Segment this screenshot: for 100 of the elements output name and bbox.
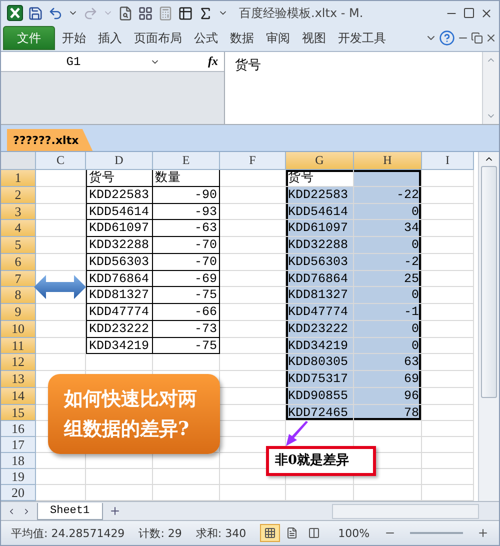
horizontal-scrollbar[interactable]: [332, 504, 479, 518]
ribbon-tab[interactable]: 页面布局: [129, 27, 187, 49]
help-icon[interactable]: [439, 30, 455, 46]
function-button[interactable]: fx: [208, 54, 218, 69]
row-header[interactable]: 1: [1, 170, 36, 187]
column-header[interactable]: F: [220, 152, 286, 170]
column-header[interactable]: H: [354, 152, 422, 170]
row-header[interactable]: 6: [1, 254, 36, 270]
table-cell: 0: [354, 287, 422, 304]
table-cell: [36, 485, 86, 502]
undo-icon[interactable]: [48, 6, 63, 20]
ribbon-tab[interactable]: 审阅: [261, 27, 295, 49]
view-icon[interactable]: [308, 527, 320, 539]
scroll-thumb[interactable]: [481, 166, 497, 398]
row-header[interactable]: 20: [1, 485, 36, 502]
column-header[interactable]: I: [422, 152, 474, 170]
zoom-level[interactable]: 100%: [338, 526, 370, 540]
row-header[interactable]: 10: [1, 320, 36, 338]
ribbon-tab[interactable]: 视图: [297, 27, 331, 49]
table-cell: KDD47774: [286, 304, 354, 321]
table-cell: KDD54614: [86, 204, 153, 220]
row-header[interactable]: 2: [1, 186, 36, 204]
status-average: 平均值: 24.28571429: [11, 526, 125, 540]
row-header[interactable]: 18: [1, 453, 36, 470]
table-cell: [36, 254, 86, 270]
row-header[interactable]: 15: [1, 404, 36, 422]
row-header[interactable]: 14: [1, 388, 36, 404]
view-icon[interactable]: [264, 527, 276, 539]
row-header[interactable]: 9: [1, 304, 36, 321]
table-cell: 25: [354, 270, 422, 288]
column-header[interactable]: E: [153, 152, 220, 170]
row-header[interactable]: 17: [1, 437, 36, 454]
row-header[interactable]: 5: [1, 237, 36, 254]
restore-icon[interactable]: [471, 32, 483, 44]
table-cell: [422, 453, 474, 470]
view-icon[interactable]: [286, 527, 298, 539]
print-preview-icon[interactable]: [118, 6, 133, 20]
table-cell: KDD32288: [286, 237, 354, 254]
table-icon[interactable]: [178, 6, 193, 20]
row-header[interactable]: 8: [1, 287, 36, 304]
table-cell: [36, 354, 86, 371]
table-cell: KDD54614: [286, 204, 354, 220]
table-cell: [422, 237, 474, 254]
sheet-nav-icon[interactable]: [7, 506, 31, 516]
table-cell: [220, 186, 286, 204]
table-cell: [36, 204, 86, 220]
formula-field[interactable]: 货号: [225, 52, 482, 124]
table-cell: 96: [354, 388, 422, 404]
view-button[interactable]: [260, 524, 280, 542]
pointer-arrow-icon: [286, 421, 310, 447]
row-header[interactable]: 3: [1, 204, 36, 220]
workbook-tab[interactable]: ??????.xltx: [7, 129, 93, 151]
table-cell: KDD80305: [286, 354, 354, 371]
close-icon[interactable]: [480, 6, 493, 20]
row-header[interactable]: 19: [1, 469, 36, 486]
layout-icon[interactable]: [138, 6, 153, 20]
window-title: 百度经验模板.xltx - M.: [239, 4, 364, 22]
row-header[interactable]: 16: [1, 421, 36, 438]
table-cell: -70: [153, 254, 220, 270]
table-cell: [422, 404, 474, 422]
column-header[interactable]: G: [286, 152, 354, 170]
row-header[interactable]: 11: [1, 338, 36, 354]
table-cell: [153, 485, 220, 502]
new-sheet-icon[interactable]: [108, 505, 121, 517]
table-cell: -69: [153, 270, 220, 288]
table-cell: [86, 485, 153, 502]
table-cell: [36, 338, 86, 354]
file-tab[interactable]: 文件: [3, 26, 55, 50]
table-cell: KDD61097: [86, 220, 153, 237]
row-header[interactable]: 12: [1, 354, 36, 371]
sheet-tab[interactable]: Sheet1: [37, 502, 103, 520]
maximize-icon[interactable]: [463, 7, 475, 19]
table-cell: KDD22583: [86, 186, 153, 204]
table-cell: [422, 388, 474, 404]
table-cell: [422, 354, 474, 371]
ribbon-tab[interactable]: 开发工具: [333, 27, 391, 49]
row-header[interactable]: 4: [1, 220, 36, 237]
ribbon-tab[interactable]: 插入: [93, 27, 127, 49]
ribbon-tab[interactable]: 数据: [225, 27, 259, 49]
ribbon-tab[interactable]: 开始: [57, 27, 91, 49]
save-icon[interactable]: [28, 6, 43, 20]
vertical-scrollbar[interactable]: [478, 152, 499, 501]
table-cell: [36, 320, 86, 338]
name-box[interactable]: G1: [1, 54, 146, 68]
row-header[interactable]: 13: [1, 371, 36, 388]
app-logo-icon[interactable]: [7, 5, 23, 21]
table-cell: [86, 453, 153, 470]
close-icon[interactable]: [485, 32, 497, 44]
sum-icon[interactable]: [198, 6, 213, 20]
table-cell: [286, 485, 354, 502]
column-header[interactable]: D: [86, 152, 153, 170]
table-cell: [220, 287, 286, 304]
table-cell: KDD90855: [286, 388, 354, 404]
column-header[interactable]: C: [36, 152, 86, 170]
table-cell: [36, 170, 86, 187]
callout-text: 如何快速比对两组数据的差异?: [48, 374, 220, 454]
table-cell: [286, 421, 354, 438]
zoom-in-icon[interactable]: [477, 527, 489, 539]
ribbon-tab[interactable]: 公式: [189, 27, 223, 49]
row-header[interactable]: 7: [1, 270, 36, 288]
